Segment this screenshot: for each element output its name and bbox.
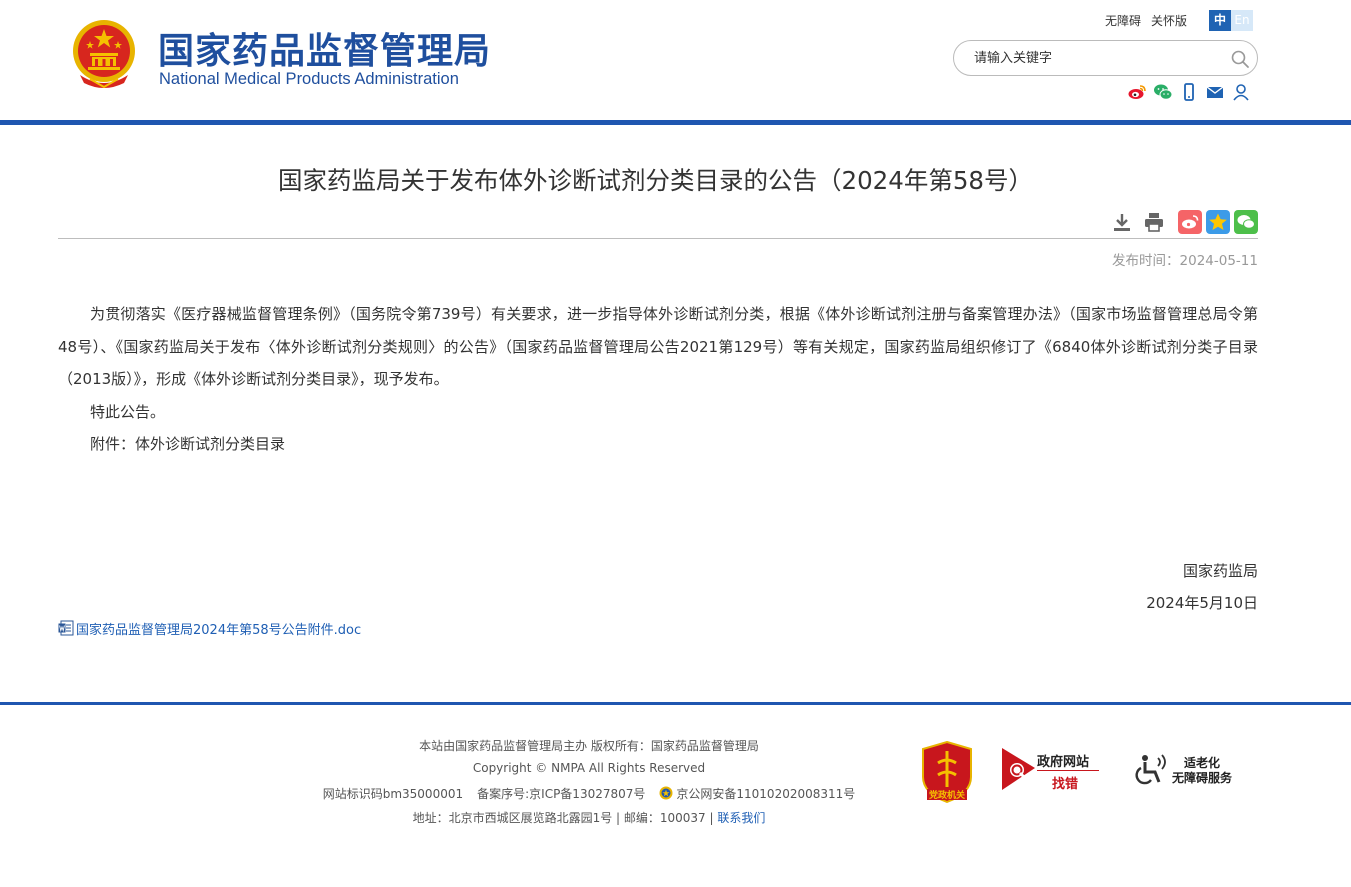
- accessibility-link[interactable]: 无障碍: [1105, 14, 1141, 28]
- accessible-service-badge[interactable]: 适老化 无障碍服务: [1133, 752, 1243, 788]
- wechat-icon[interactable]: [1153, 82, 1173, 102]
- print-icon[interactable]: [1142, 210, 1166, 234]
- attachment-filename[interactable]: 国家药品监督管理局2024年第58号公告附件.doc: [76, 619, 361, 638]
- signature-date: 2024年5月10日: [1146, 594, 1258, 612]
- gov-findbug-line2: 找错: [1052, 777, 1079, 792]
- party-gov-badge[interactable]: 党政机关: [921, 740, 973, 804]
- publish-date: 2024-05-11: [1179, 253, 1258, 269]
- footer-address: 地址：北京市西城区展览路北露园1号 | 邮编：100037 | 联系我们: [0, 809, 1178, 826]
- lang-cn-button[interactable]: 中: [1209, 10, 1231, 31]
- article-paragraph: 特此公告。: [90, 402, 166, 421]
- top-links: 无障碍 关怀版: [1105, 12, 1197, 29]
- site-id: 网站标识码bm35000001: [322, 787, 464, 801]
- share-qzone-icon[interactable]: [1206, 210, 1230, 234]
- word-doc-icon: [58, 620, 74, 636]
- signature-org: 国家药监局: [1182, 562, 1258, 580]
- address-text: 地址：北京市西城区展览路北露园1号 | 邮编：100037 |: [412, 811, 714, 825]
- article-body: 为贯彻落实《医疗器械监督管理条例》（国务院令第739号）有关要求，进一步指导体外…: [58, 298, 1258, 461]
- article-tools: [1110, 210, 1166, 234]
- article-paragraph: 为贯彻落实《医疗器械监督管理条例》（国务院令第739号）有关要求，进一步指导体外…: [58, 305, 1258, 388]
- article-title: 国家药监局关于发布体外诊断试剂分类目录的公告（2024年第58号）: [277, 166, 1034, 195]
- find-errors-icon: [1002, 748, 1035, 790]
- site-name-en[interactable]: National Medical Products Administration: [159, 70, 459, 89]
- search-input[interactable]: [974, 49, 1214, 67]
- wheelchair-icon: [1135, 754, 1166, 785]
- accessible-line2: 无障碍服务: [1172, 771, 1233, 785]
- police-record-link[interactable]: 京公网安备11010202008311号: [676, 787, 855, 801]
- header-divider: [0, 120, 1351, 125]
- mail-icon[interactable]: [1205, 82, 1225, 102]
- mobile-icon[interactable]: [1179, 82, 1199, 102]
- site-name-cn[interactable]: 国家药品监督管理局: [158, 22, 491, 74]
- language-switch: 中 En: [1209, 10, 1253, 31]
- police-badge-icon: [659, 786, 673, 800]
- site-header: 国家药品监督管理局 National Medical Products Admi…: [0, 0, 1351, 120]
- article-paragraph: 附件：体外诊断试剂分类目录: [90, 435, 286, 453]
- title-divider: [58, 238, 1258, 239]
- gov-findbug-rule: [1037, 770, 1099, 771]
- social-links: [1127, 82, 1251, 102]
- share-weibo-icon[interactable]: [1178, 210, 1202, 234]
- share-tools: [1178, 210, 1258, 234]
- contact-us-link[interactable]: 联系我们: [717, 811, 765, 825]
- elderly-care-link[interactable]: 关怀版: [1151, 14, 1187, 28]
- national-emblem-icon[interactable]: [70, 17, 138, 89]
- icp-link[interactable]: 备案序号:京ICP备13027807号: [477, 787, 645, 801]
- lang-en-button[interactable]: En: [1231, 10, 1253, 31]
- share-wechat-icon[interactable]: [1234, 210, 1258, 234]
- publish-time-label: 发布时间：: [1112, 253, 1180, 269]
- download-icon[interactable]: [1110, 210, 1134, 234]
- attachment-link[interactable]: 国家药品监督管理局2024年第58号公告附件.doc: [58, 619, 361, 638]
- publish-time: 发布时间：2024-05-11: [1112, 249, 1258, 269]
- search-icon[interactable]: [1230, 49, 1250, 69]
- gov-find-errors-badge[interactable]: 政府网站 找错: [1001, 746, 1101, 792]
- party-badge-label: 党政机关: [929, 789, 965, 801]
- gov-findbug-line1: 政府网站: [1037, 755, 1090, 770]
- user-icon[interactable]: [1231, 82, 1251, 102]
- search-box: [953, 40, 1258, 76]
- footer-divider: [0, 702, 1351, 705]
- weibo-icon[interactable]: [1127, 82, 1147, 102]
